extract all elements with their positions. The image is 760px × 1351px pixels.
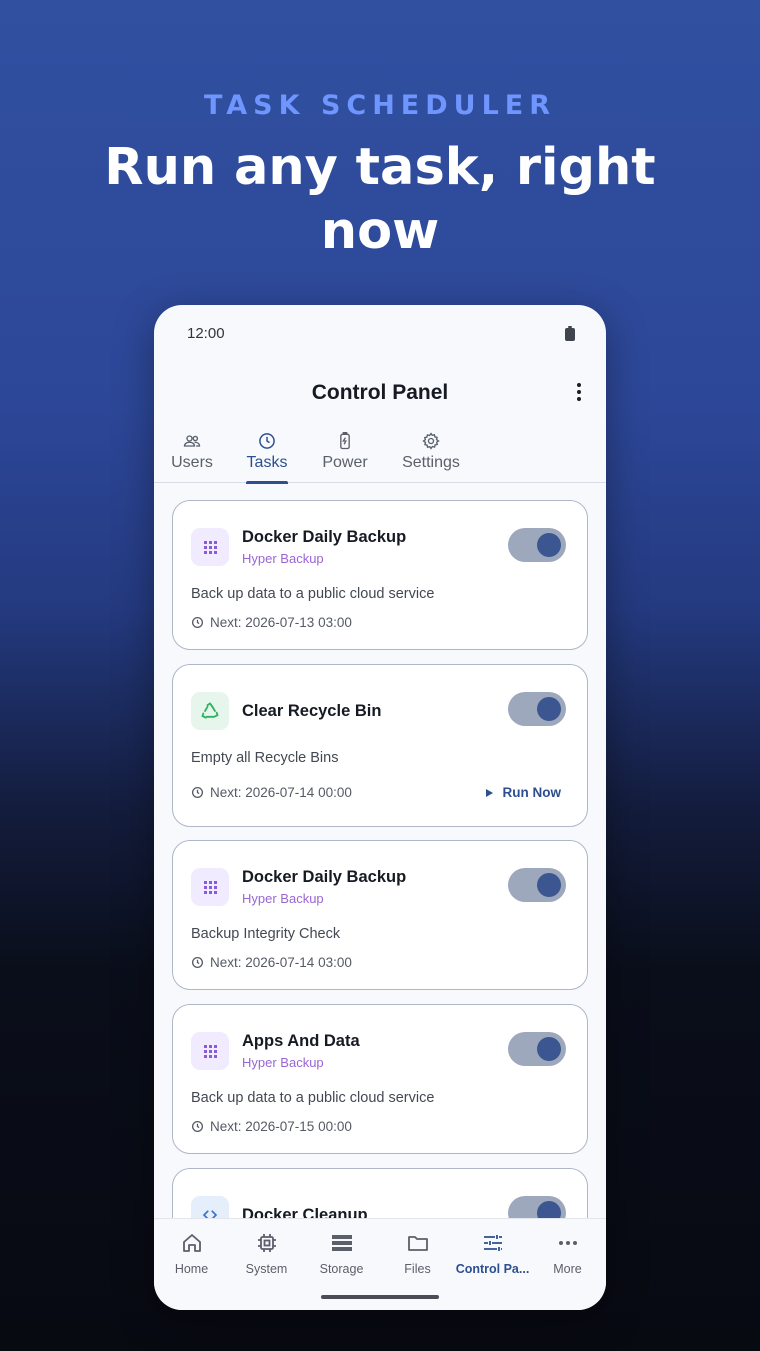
task-list[interactable]: Docker Daily Backup Hyper Backup Back up… — [154, 483, 606, 1218]
promo-eyebrow: TASK SCHEDULER — [203, 90, 557, 121]
task-title: Docker Cleanup — [242, 1206, 368, 1218]
task-enable-toggle[interactable] — [508, 868, 566, 902]
nav-label: More — [553, 1262, 582, 1276]
task-enable-toggle[interactable] — [508, 692, 566, 726]
task-subtitle: Hyper Backup — [242, 551, 324, 566]
task-subtitle: Hyper Backup — [242, 1055, 324, 1070]
users-icon — [183, 435, 201, 447]
task-title: Apps And Data — [242, 1032, 360, 1050]
tab-users[interactable]: Users — [168, 427, 216, 483]
task-enable-toggle[interactable] — [508, 1032, 566, 1066]
clock-icon — [191, 1120, 204, 1133]
more-horiz-icon — [558, 1241, 577, 1245]
task-description: Back up data to a public cloud service — [191, 586, 435, 602]
nav-storage[interactable]: Storage — [304, 1231, 379, 1276]
task-card[interactable]: Apps And Data Hyper Backup Back up data … — [172, 1004, 588, 1154]
recycle-icon — [191, 692, 229, 730]
task-next-run: Next: 2026-07-14 03:00 — [191, 955, 352, 970]
nav-more[interactable]: More — [530, 1231, 605, 1276]
tab-label: Tasks — [246, 454, 288, 471]
storage-icon — [331, 1235, 352, 1251]
task-description: Backup Integrity Check — [191, 926, 341, 942]
grid-icon — [191, 1032, 229, 1070]
tab-power[interactable]: Power — [322, 427, 368, 483]
grid-icon — [191, 528, 229, 566]
tab-label: Settings — [402, 454, 460, 471]
gear-icon — [422, 432, 440, 450]
code-icon — [191, 1196, 229, 1218]
task-card[interactable]: Clear Recycle Bin Empty all Recycle Bins… — [172, 664, 588, 827]
task-description: Back up data to a public cloud service — [191, 1090, 435, 1106]
task-enable-toggle[interactable] — [508, 1196, 566, 1218]
nav-control-panel[interactable]: Control Pa... — [455, 1231, 530, 1276]
task-card[interactable]: Docker Daily Backup Hyper Backup Back up… — [172, 500, 588, 650]
grid-icon — [191, 868, 229, 906]
task-subtitle: Hyper Backup — [242, 891, 324, 906]
task-next-label: Next: 2026-07-13 03:00 — [210, 615, 352, 630]
run-now-button[interactable]: Run Now — [485, 785, 562, 800]
task-next-run: Next: 2026-07-15 00:00 — [191, 1119, 352, 1134]
sliders-icon — [483, 1235, 502, 1251]
battery-icon — [565, 326, 575, 341]
battery-charging-icon — [340, 432, 350, 450]
phone-frame: 12:00 Control Panel Users Tasks Power Se… — [154, 305, 606, 1310]
task-next-label: Next: 2026-07-14 00:00 — [210, 785, 352, 800]
task-card[interactable]: Docker Cleanup — [172, 1168, 588, 1218]
task-next-run: Next: 2026-07-13 03:00 — [191, 615, 352, 630]
tab-tasks[interactable]: Tasks — [246, 427, 288, 484]
promo-headline: Run any task, right now — [104, 138, 656, 261]
status-bar: 12:00 — [154, 305, 606, 361]
page-title: Control Panel — [311, 381, 449, 404]
task-next-label: Next: 2026-07-15 00:00 — [210, 1119, 352, 1134]
home-icon — [182, 1234, 201, 1252]
clock-icon — [191, 786, 204, 799]
nav-label: Control Pa... — [455, 1262, 530, 1276]
nav-label: Storage — [319, 1262, 364, 1276]
run-now-label: Run Now — [502, 785, 562, 800]
tab-label: Power — [322, 454, 368, 471]
clock-icon — [191, 956, 204, 969]
nav-label: System — [245, 1262, 288, 1276]
nav-label: Files — [404, 1262, 431, 1276]
nav-label: Home — [174, 1262, 209, 1276]
task-card[interactable]: Docker Daily Backup Hyper Backup Backup … — [172, 840, 588, 990]
task-title: Docker Daily Backup — [242, 868, 407, 886]
tab-label: Users — [171, 454, 213, 471]
clock-icon — [259, 433, 275, 449]
task-title: Clear Recycle Bin — [242, 702, 382, 720]
chip-icon — [257, 1234, 276, 1252]
task-enable-toggle[interactable] — [508, 528, 566, 562]
task-next-label: Next: 2026-07-14 03:00 — [210, 955, 352, 970]
nav-home[interactable]: Home — [154, 1231, 229, 1276]
tab-bar: Users Tasks Power Settings — [154, 427, 606, 484]
play-icon — [485, 788, 493, 797]
nav-system[interactable]: System — [229, 1231, 304, 1276]
nav-files[interactable]: Files — [380, 1231, 455, 1276]
task-description: Empty all Recycle Bins — [191, 750, 339, 766]
folder-icon — [407, 1236, 428, 1251]
clock-icon — [191, 616, 204, 629]
app-bar: Control Panel — [154, 361, 606, 425]
task-next-run: Next: 2026-07-14 00:00 — [191, 785, 352, 800]
status-time: 12:00 — [187, 325, 225, 342]
task-title: Docker Daily Backup — [242, 528, 407, 546]
home-indicator — [321, 1295, 439, 1299]
tab-settings[interactable]: Settings — [400, 427, 462, 483]
more-vert-icon[interactable] — [576, 383, 582, 403]
